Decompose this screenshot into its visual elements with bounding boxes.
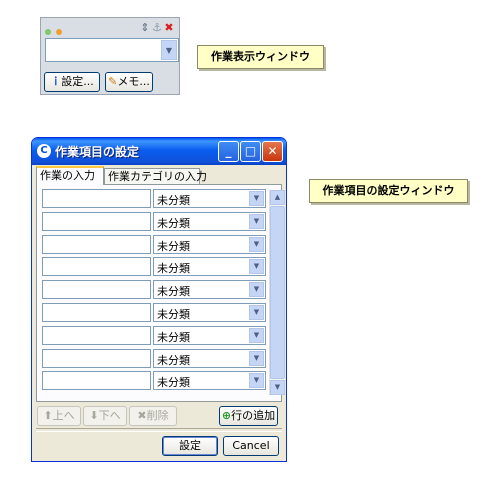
close-icon[interactable]: ✖	[163, 21, 175, 34]
work-name-input[interactable]	[42, 234, 151, 254]
work-name-input[interactable]	[42, 348, 151, 368]
category-select[interactable]: 未分類 ▼	[153, 211, 266, 231]
info-icon: ｉ	[50, 75, 62, 88]
settings-button-label: 設定...	[61, 75, 94, 88]
delete-icon: ✖	[137, 409, 147, 422]
tab-work-input[interactable]: 作業の入力	[36, 166, 104, 185]
category-select[interactable]: 未分類 ▼	[153, 189, 266, 208]
title-bar[interactable]: C 作業項目の設定 _ □ ✕	[32, 138, 286, 165]
chevron-down-icon[interactable]: ▼	[249, 350, 264, 366]
window-title: 作業項目の設定	[55, 145, 140, 159]
add-row-label: 行の追加	[231, 409, 276, 422]
tab-category-input[interactable]: 作業カテゴリの入力	[104, 168, 207, 185]
category-select[interactable]: 未分類 ▼	[153, 325, 266, 345]
category-value: 未分類	[157, 239, 190, 253]
work-name-input[interactable]	[42, 257, 151, 277]
category-value: 未分類	[157, 216, 190, 230]
scroll-down-icon[interactable]: ▼	[270, 380, 285, 395]
work-row: 未分類 ▼	[42, 189, 266, 209]
category-value: 未分類	[157, 194, 190, 207]
memo-button-label: メモ...	[117, 75, 150, 88]
chevron-down-icon[interactable]: ▼	[249, 327, 264, 343]
maximize-button[interactable]: □	[240, 141, 261, 162]
work-name-input[interactable]	[42, 303, 151, 322]
category-select[interactable]: 未分類 ▼	[153, 303, 266, 322]
down-arrow-icon: ⬇	[89, 409, 99, 422]
category-value: 未分類	[157, 330, 190, 344]
chevron-down-icon[interactable]: ▼	[249, 191, 264, 206]
status-dots	[45, 25, 67, 38]
category-select[interactable]: 未分類 ▼	[153, 348, 266, 368]
work-input-panel: 未分類 ▼ 未分類 ▼ 未分類 ▼ 未分類 ▼ 未分類 ▼ 未分類 ▼ 未分類 ▼ 未分類 ▼ 未分類 ▼ ▲ ▼	[36, 184, 285, 402]
category-select[interactable]: 未分類 ▼	[153, 371, 266, 391]
category-value: 未分類	[157, 353, 190, 367]
memo-button[interactable]: ✎メモ...	[105, 72, 153, 92]
move-up-button[interactable]: ⬆上へ	[37, 406, 81, 426]
app-icon: C	[37, 144, 51, 158]
work-select[interactable]: ▼	[45, 38, 179, 62]
move-up-label: 上へ	[52, 409, 75, 422]
move-down-label: 下へ	[98, 409, 121, 422]
category-select[interactable]: 未分類 ▼	[153, 257, 266, 277]
scroll-up-icon[interactable]: ▲	[270, 190, 285, 205]
divider	[36, 428, 282, 432]
work-row: 未分類 ▼	[42, 211, 266, 232]
work-name-input[interactable]	[42, 325, 151, 345]
ok-button[interactable]: 設定	[162, 436, 218, 456]
work-row: 未分類 ▼	[42, 371, 266, 391]
chevron-down-icon[interactable]: ▼	[249, 305, 264, 320]
work-display-callout: 作業表示ウィンドウ	[197, 45, 324, 69]
pencil-icon: ✎	[108, 75, 118, 88]
work-name-input[interactable]	[42, 280, 151, 300]
work-display-window: ⇕ ⚓ ✖ ▼ ｉ設定... ✎メモ...	[40, 17, 180, 95]
work-row: 未分類 ▼	[42, 257, 266, 277]
settings-window: C 作業項目の設定 _ □ ✕ 作業の入力 作業カテゴリの入力 未分類 ▼ 未分類 ▼…	[31, 137, 287, 462]
resize-icon[interactable]: ⇕	[139, 21, 151, 34]
work-row: 未分類 ▼	[42, 325, 266, 346]
work-name-input[interactable]	[42, 371, 151, 391]
scroll-thumb[interactable]	[270, 206, 285, 379]
category-select[interactable]: 未分類 ▼	[153, 234, 266, 254]
chevron-down-icon[interactable]: ▼	[249, 259, 264, 275]
work-name-input[interactable]	[42, 189, 151, 208]
up-arrow-icon: ⬆	[43, 409, 53, 422]
settings-button[interactable]: ｉ設定...	[44, 72, 100, 92]
widget-controls: ⇕ ⚓ ✖	[139, 21, 175, 34]
add-icon: ⊕	[221, 409, 232, 422]
category-select[interactable]: 未分類 ▼	[153, 280, 266, 300]
work-row: 未分類 ▼	[42, 303, 266, 323]
category-value: 未分類	[157, 376, 190, 390]
work-name-input[interactable]	[42, 211, 151, 231]
chevron-down-icon[interactable]: ▼	[249, 213, 264, 229]
delete-button[interactable]: ✖削除	[129, 406, 177, 426]
category-value: 未分類	[157, 308, 190, 321]
add-row-button[interactable]: ⊕行の追加	[219, 406, 278, 426]
close-button[interactable]: ✕	[262, 141, 283, 162]
delete-label: 削除	[146, 409, 169, 422]
vertical-scrollbar[interactable]: ▲ ▼	[269, 190, 285, 395]
pin-icon[interactable]: ⚓	[151, 21, 163, 34]
chevron-down-icon[interactable]: ▼	[161, 40, 177, 60]
work-row: 未分類 ▼	[42, 280, 266, 300]
chevron-down-icon[interactable]: ▼	[249, 236, 264, 252]
category-value: 未分類	[157, 262, 190, 276]
cancel-button[interactable]: Cancel	[223, 436, 279, 456]
move-down-button[interactable]: ⬇下へ	[83, 406, 127, 426]
chevron-down-icon[interactable]: ▼	[249, 282, 264, 298]
work-row: 未分類 ▼	[42, 348, 266, 369]
category-value: 未分類	[157, 285, 190, 299]
green-dot-icon	[45, 29, 51, 35]
chevron-down-icon[interactable]: ▼	[249, 373, 264, 389]
minimize-button[interactable]: _	[218, 141, 239, 162]
work-row: 未分類 ▼	[42, 234, 266, 255]
orange-dot-icon	[56, 29, 62, 35]
settings-window-callout: 作業項目の設定ウィンドウ	[309, 179, 468, 203]
